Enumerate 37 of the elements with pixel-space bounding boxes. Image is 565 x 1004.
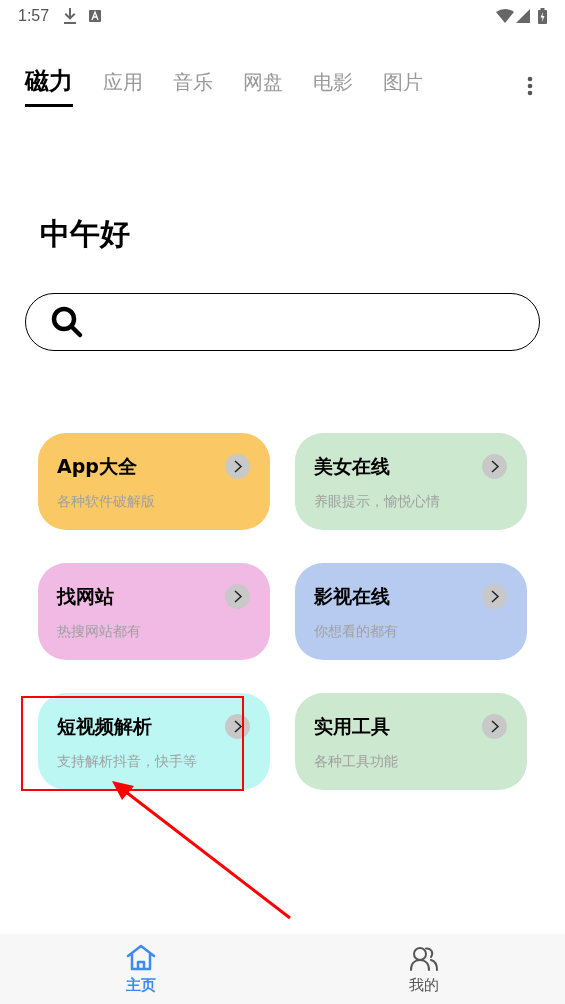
card-title: 短视频解析 <box>57 714 152 739</box>
signal-icon <box>516 9 530 23</box>
download-icon <box>63 8 78 24</box>
card-subtitle: 养眼提示，愉悦心情 <box>314 492 441 511</box>
card-subtitle: 你想看的都有 <box>314 622 399 641</box>
card-subtitle: 各种工具功能 <box>314 752 399 771</box>
greeting: 中午好 <box>40 215 131 253</box>
status-time: 1:57 <box>18 6 50 26</box>
battery-icon <box>538 8 547 24</box>
category-tab[interactable]: 磁力 <box>25 66 73 107</box>
feature-card[interactable]: 美女在线 养眼提示，愉悦心情 <box>295 433 527 530</box>
card-subtitle: 热搜网站都有 <box>57 622 142 641</box>
card-title: 实用工具 <box>314 714 390 739</box>
card-subtitle: 支持解析抖音，快手等 <box>57 752 198 771</box>
card-subtitle: 各种软件破解版 <box>57 492 156 511</box>
card-title: App大全 <box>57 454 137 479</box>
people-icon <box>409 946 438 972</box>
wifi-icon <box>496 9 514 23</box>
feature-card[interactable]: 影视在线 你想看的都有 <box>295 563 527 660</box>
card-title: 影视在线 <box>314 584 390 609</box>
feature-card[interactable]: 短视频解析 支持解析抖音，快手等 <box>38 693 270 790</box>
search-icon <box>50 305 84 339</box>
home-icon <box>126 944 157 972</box>
feature-card[interactable]: App大全 各种软件破解版 <box>38 433 270 530</box>
chevron-icon[interactable] <box>225 453 250 479</box>
keyboard-icon <box>89 10 102 22</box>
card-title: 美女在线 <box>314 454 390 479</box>
card-title: 找网站 <box>57 584 114 609</box>
feature-card[interactable]: 找网站 热搜网站都有 <box>38 563 270 660</box>
chevron-icon[interactable] <box>225 583 250 609</box>
chevron-icon[interactable] <box>482 713 507 739</box>
chevron-icon[interactable] <box>482 583 507 609</box>
chevron-icon[interactable] <box>225 713 250 739</box>
feature-card[interactable]: 实用工具 各种工具功能 <box>295 693 527 790</box>
chevron-icon[interactable] <box>482 453 507 479</box>
more-icon[interactable] <box>527 76 533 96</box>
nav-tab[interactable]: 我的 <box>408 934 439 1004</box>
